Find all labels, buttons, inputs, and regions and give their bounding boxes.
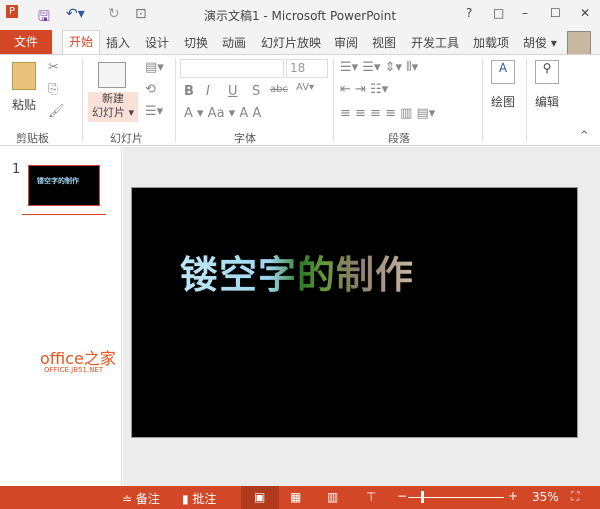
format-painter-icon[interactable]: 🖌	[48, 104, 65, 119]
slide-sorter-icon[interactable]: ▦	[290, 490, 301, 504]
new-slide-label-2: 幻灯片 ▾	[91, 106, 135, 119]
tab-view[interactable]: 视图	[372, 34, 396, 51]
zoom-out-button[interactable]: −	[397, 489, 407, 503]
slide-number: 1	[12, 162, 21, 177]
ribbon-display-button[interactable]: □	[493, 6, 504, 20]
fit-to-window-icon[interactable]: ⛶	[571, 489, 579, 504]
binoculars-icon[interactable]: ⚲	[535, 60, 559, 84]
slide-thumbnail[interactable]: 镂空字的制作	[28, 165, 100, 206]
reset-icon[interactable]: ⟲	[145, 82, 156, 97]
bullets-icon[interactable]: ☰▾ ☰▾ ⇕▾ ⫴▾	[340, 60, 418, 75]
underline-button[interactable]: U	[228, 84, 238, 99]
align-icon[interactable]: ≡ ≡ ≡ ≡ ▥ ▤▾	[340, 106, 435, 121]
tab-animations[interactable]: 动画	[222, 34, 246, 51]
normal-view-icon: ▣	[254, 490, 266, 504]
zoom-in-button[interactable]: +	[508, 489, 518, 503]
italic-button[interactable]: I	[206, 84, 210, 99]
paste-button[interactable]: 粘贴	[12, 96, 36, 113]
section-icon[interactable]: ☰▾	[145, 104, 163, 119]
group-paragraph: 段落	[388, 132, 410, 145]
copy-icon[interactable]: ⎘	[48, 82, 58, 97]
tab-transitions[interactable]: 切换	[184, 34, 208, 51]
user-menu[interactable]: 胡俊 ▾	[523, 34, 557, 51]
slide-canvas[interactable]: 镂空字的制作	[131, 187, 578, 438]
font-color-button[interactable]: A ▾ Aa ▾ A A	[184, 106, 261, 121]
tab-addins[interactable]: 加载项	[473, 34, 509, 51]
tab-slideshow[interactable]: 幻灯片放映	[261, 34, 321, 51]
comments-button[interactable]: ▮ 批注	[182, 490, 216, 507]
reading-view-icon[interactable]: ▥	[327, 490, 338, 504]
tab-design[interactable]: 设计	[145, 34, 169, 51]
new-slide-button[interactable]: 新建 幻灯片 ▾	[88, 92, 138, 122]
comments-label: 批注	[192, 492, 217, 506]
font-size-input[interactable]: 18	[286, 59, 328, 78]
zoom-level[interactable]: 35%	[532, 490, 559, 504]
collapse-ribbon-icon[interactable]: ^	[580, 130, 588, 141]
strikethrough-button[interactable]: abc	[270, 84, 288, 95]
zoom-slider-thumb[interactable]	[421, 491, 424, 503]
drawing-button[interactable]: 绘图	[491, 93, 515, 110]
notes-label: 备注	[135, 492, 160, 506]
new-slide-label: 新建	[102, 92, 124, 105]
tab-review[interactable]: 审阅	[334, 34, 358, 51]
tab-insert[interactable]: 插入	[106, 34, 130, 51]
help-button[interactable]: ?	[466, 6, 472, 20]
font-name-input[interactable]	[180, 59, 284, 78]
insert-marker	[22, 214, 106, 215]
layout-icon[interactable]: ▤▾	[145, 60, 164, 75]
notes-button[interactable]: ≐ 备注	[122, 490, 160, 507]
watermark-url: OFFICE.JB51.NET	[44, 366, 104, 374]
minimize-button[interactable]: –	[522, 6, 528, 20]
indent-icon[interactable]: ⇤ ⇥ ☷▾	[340, 82, 388, 97]
avatar[interactable]	[567, 31, 591, 55]
tab-developer[interactable]: 开发工具	[411, 34, 459, 51]
group-slides: 幻灯片	[110, 132, 143, 145]
paste-icon[interactable]	[12, 62, 36, 90]
group-clipboard: 剪贴板	[16, 132, 49, 145]
close-button[interactable]: ✕	[580, 6, 590, 20]
slideshow-view-icon[interactable]: ⊤	[366, 490, 376, 504]
char-spacing-button[interactable]: AV▾	[296, 82, 314, 93]
slide-title-text[interactable]: 镂空字的制作	[180, 244, 414, 299]
new-slide-icon[interactable]	[98, 62, 126, 88]
tab-file[interactable]: 文件	[0, 30, 52, 54]
editing-button[interactable]: 编辑	[535, 93, 559, 110]
bold-button[interactable]: B	[184, 84, 194, 99]
cut-icon[interactable]: ✂	[48, 60, 59, 75]
shadow-button[interactable]: S	[252, 84, 260, 99]
maximize-button[interactable]: ☐	[550, 6, 561, 20]
window-title: 演示文稿1 - Microsoft PowerPoint	[203, 9, 397, 23]
drawing-icon[interactable]: A	[491, 60, 515, 84]
tab-home[interactable]: 开始	[62, 30, 100, 55]
group-font: 字体	[234, 132, 256, 145]
